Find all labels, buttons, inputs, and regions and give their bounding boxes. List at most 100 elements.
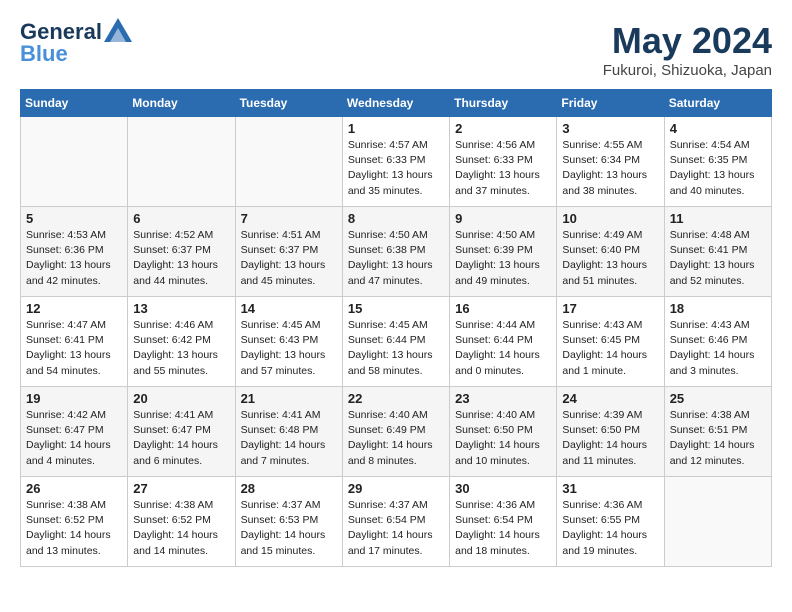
calendar-cell: 28 Sunrise: 4:37 AMSunset: 6:53 PMDayligh…: [235, 477, 342, 567]
day-info: Sunrise: 4:42 AMSunset: 6:47 PMDaylight:…: [26, 408, 122, 469]
weekday-header-wednesday: Wednesday: [342, 90, 449, 117]
day-info: Sunrise: 4:55 AMSunset: 6:34 PMDaylight:…: [562, 138, 658, 199]
title-block: May 2024 Fukuroi, Shizuoka, Japan: [603, 20, 772, 79]
day-info: Sunrise: 4:36 AMSunset: 6:54 PMDaylight:…: [455, 498, 551, 559]
calendar-table: SundayMondayTuesdayWednesdayThursdayFrid…: [20, 89, 772, 567]
calendar-cell: 21 Sunrise: 4:41 AMSunset: 6:48 PMDayligh…: [235, 387, 342, 477]
day-info: Sunrise: 4:41 AMSunset: 6:47 PMDaylight:…: [133, 408, 229, 469]
calendar-cell: 31 Sunrise: 4:36 AMSunset: 6:55 PMDayligh…: [557, 477, 664, 567]
calendar-cell: 7 Sunrise: 4:51 AMSunset: 6:37 PMDaylight…: [235, 207, 342, 297]
calendar-cell: 11Sunrise: 4:48 AMSunset: 6:41 PMDayligh…: [664, 207, 771, 297]
day-info: Sunrise: 4:41 AMSunset: 6:48 PMDaylight:…: [241, 408, 337, 469]
calendar-cell: 10 Sunrise: 4:49 AMSunset: 6:40 PMDayligh…: [557, 207, 664, 297]
day-number: 21: [241, 391, 337, 406]
day-info: Sunrise: 4:57 AMSunset: 6:33 PMDaylight:…: [348, 138, 444, 199]
day-number: 23: [455, 391, 551, 406]
day-info: Sunrise: 4:37 AMSunset: 6:53 PMDaylight:…: [241, 498, 337, 559]
day-info: Sunrise: 4:38 AMSunset: 6:52 PMDaylight:…: [133, 498, 229, 559]
calendar-cell: 20 Sunrise: 4:41 AMSunset: 6:47 PMDayligh…: [128, 387, 235, 477]
day-number: 13: [133, 301, 229, 316]
day-number: 10: [562, 211, 658, 226]
calendar-cell: 12 Sunrise: 4:47 AMSunset: 6:41 PMDayligh…: [21, 297, 128, 387]
day-number: 25: [670, 391, 766, 406]
day-info: Sunrise: 4:48 AMSunset: 6:41 PMDaylight:…: [670, 228, 766, 289]
day-number: 8: [348, 211, 444, 226]
day-number: 30: [455, 481, 551, 496]
day-info: Sunrise: 4:40 AMSunset: 6:49 PMDaylight:…: [348, 408, 444, 469]
day-info: Sunrise: 4:50 AMSunset: 6:39 PMDaylight:…: [455, 228, 551, 289]
calendar-cell: 13Sunrise: 4:46 AMSunset: 6:42 PMDayligh…: [128, 297, 235, 387]
day-number: 12: [26, 301, 122, 316]
day-number: 24: [562, 391, 658, 406]
day-number: 26: [26, 481, 122, 496]
calendar-cell: 23 Sunrise: 4:40 AMSunset: 6:50 PMDayligh…: [450, 387, 557, 477]
calendar-cell: [128, 117, 235, 207]
calendar-cell: 16 Sunrise: 4:44 AMSunset: 6:44 PMDayligh…: [450, 297, 557, 387]
day-number: 28: [241, 481, 337, 496]
weekday-header-row: SundayMondayTuesdayWednesdayThursdayFrid…: [21, 90, 772, 117]
weekday-header-monday: Monday: [128, 90, 235, 117]
day-number: 22: [348, 391, 444, 406]
calendar-cell: 2Sunrise: 4:56 AMSunset: 6:33 PMDaylight…: [450, 117, 557, 207]
calendar-cell: 4 Sunrise: 4:54 AMSunset: 6:35 PMDaylight…: [664, 117, 771, 207]
calendar-body: 1 Sunrise: 4:57 AMSunset: 6:33 PMDaylight…: [21, 117, 772, 567]
day-info: Sunrise: 4:45 AMSunset: 6:43 PMDaylight:…: [241, 318, 337, 379]
calendar-cell: 18Sunrise: 4:43 AMSunset: 6:46 PMDayligh…: [664, 297, 771, 387]
day-number: 29: [348, 481, 444, 496]
day-number: 18: [670, 301, 766, 316]
weekday-header-sunday: Sunday: [21, 90, 128, 117]
day-number: 1: [348, 121, 444, 136]
calendar-cell: 30 Sunrise: 4:36 AMSunset: 6:54 PMDayligh…: [450, 477, 557, 567]
day-info: Sunrise: 4:53 AMSunset: 6:36 PMDaylight:…: [26, 228, 122, 289]
calendar-cell: 6Sunrise: 4:52 AMSunset: 6:37 PMDaylight…: [128, 207, 235, 297]
day-number: 27: [133, 481, 229, 496]
calendar-cell: 9 Sunrise: 4:50 AMSunset: 6:39 PMDaylight…: [450, 207, 557, 297]
calendar-cell: 17 Sunrise: 4:43 AMSunset: 6:45 PMDayligh…: [557, 297, 664, 387]
calendar-cell: [235, 117, 342, 207]
weekday-header-tuesday: Tuesday: [235, 90, 342, 117]
day-number: 14: [241, 301, 337, 316]
day-info: Sunrise: 4:38 AMSunset: 6:51 PMDaylight:…: [670, 408, 766, 469]
day-info: Sunrise: 4:39 AMSunset: 6:50 PMDaylight:…: [562, 408, 658, 469]
day-info: Sunrise: 4:47 AMSunset: 6:41 PMDaylight:…: [26, 318, 122, 379]
day-info: Sunrise: 4:51 AMSunset: 6:37 PMDaylight:…: [241, 228, 337, 289]
location-subtitle: Fukuroi, Shizuoka, Japan: [603, 62, 772, 79]
day-info: Sunrise: 4:49 AMSunset: 6:40 PMDaylight:…: [562, 228, 658, 289]
day-info: Sunrise: 4:54 AMSunset: 6:35 PMDaylight:…: [670, 138, 766, 199]
page-header: General Blue May 2024 Fukuroi, Shizuoka,…: [20, 20, 772, 79]
day-info: Sunrise: 4:40 AMSunset: 6:50 PMDaylight:…: [455, 408, 551, 469]
calendar-cell: [664, 477, 771, 567]
calendar-cell: 24 Sunrise: 4:39 AMSunset: 6:50 PMDayligh…: [557, 387, 664, 477]
day-number: 4: [670, 121, 766, 136]
calendar-cell: 19 Sunrise: 4:42 AMSunset: 6:47 PMDayligh…: [21, 387, 128, 477]
day-info: Sunrise: 4:43 AMSunset: 6:45 PMDaylight:…: [562, 318, 658, 379]
logo-blue-text: Blue: [20, 42, 68, 66]
calendar-cell: 15 Sunrise: 4:45 AMSunset: 6:44 PMDayligh…: [342, 297, 449, 387]
weekday-header-thursday: Thursday: [450, 90, 557, 117]
day-number: 15: [348, 301, 444, 316]
day-number: 9: [455, 211, 551, 226]
day-info: Sunrise: 4:36 AMSunset: 6:55 PMDaylight:…: [562, 498, 658, 559]
day-number: 20: [133, 391, 229, 406]
calendar-week-row: 12 Sunrise: 4:47 AMSunset: 6:41 PMDayligh…: [21, 297, 772, 387]
month-year-title: May 2024: [603, 20, 772, 62]
day-number: 17: [562, 301, 658, 316]
day-number: 31: [562, 481, 658, 496]
calendar-cell: 8Sunrise: 4:50 AMSunset: 6:38 PMDaylight…: [342, 207, 449, 297]
calendar-week-row: 19 Sunrise: 4:42 AMSunset: 6:47 PMDayligh…: [21, 387, 772, 477]
day-number: 16: [455, 301, 551, 316]
day-number: 6: [133, 211, 229, 226]
day-number: 19: [26, 391, 122, 406]
day-info: Sunrise: 4:45 AMSunset: 6:44 PMDaylight:…: [348, 318, 444, 379]
weekday-header-friday: Friday: [557, 90, 664, 117]
calendar-cell: 22 Sunrise: 4:40 AMSunset: 6:49 PMDayligh…: [342, 387, 449, 477]
day-info: Sunrise: 4:56 AMSunset: 6:33 PMDaylight:…: [455, 138, 551, 199]
logo: General Blue: [20, 20, 132, 66]
day-info: Sunrise: 4:37 AMSunset: 6:54 PMDaylight:…: [348, 498, 444, 559]
day-info: Sunrise: 4:38 AMSunset: 6:52 PMDaylight:…: [26, 498, 122, 559]
calendar-cell: 3Sunrise: 4:55 AMSunset: 6:34 PMDaylight…: [557, 117, 664, 207]
day-number: 7: [241, 211, 337, 226]
calendar-cell: [21, 117, 128, 207]
calendar-cell: 29 Sunrise: 4:37 AMSunset: 6:54 PMDayligh…: [342, 477, 449, 567]
day-info: Sunrise: 4:44 AMSunset: 6:44 PMDaylight:…: [455, 318, 551, 379]
